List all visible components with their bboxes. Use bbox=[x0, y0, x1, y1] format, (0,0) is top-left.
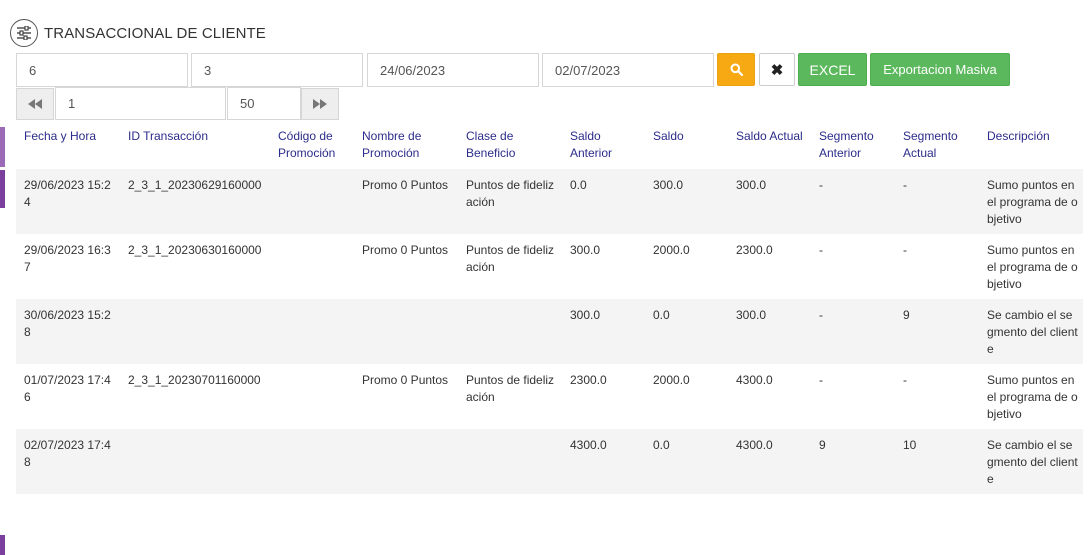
first-page-button[interactable] bbox=[16, 88, 54, 120]
transactions-table: Fecha y Hora ID Transacción Código de Prom… bbox=[16, 122, 1083, 494]
cell-nombre-promocion bbox=[354, 429, 458, 494]
table-body: 29/06/2023 15:24 2_3_1_20230629160000 Prom… bbox=[16, 169, 1083, 494]
cell-saldo-anterior: 300.0 bbox=[570, 308, 601, 322]
column-header-segmento-anterior[interactable]: Segmento Anterior bbox=[811, 122, 895, 169]
date-from-input[interactable] bbox=[367, 53, 539, 87]
cell-codigo-promocion bbox=[270, 429, 354, 494]
column-header-nombre-promocion[interactable]: Nombre de Promoción bbox=[354, 122, 458, 169]
cell-codigo-promocion bbox=[270, 364, 354, 429]
table-row[interactable]: 29/06/2023 16:37 2_3_1_20230630160000 Prom… bbox=[16, 234, 1083, 299]
cell-descripcion: Se cambio el segmento del cliente bbox=[987, 308, 1078, 356]
table-header-row: Fecha y Hora ID Transacción Código de Prom… bbox=[16, 122, 1083, 169]
excel-export-button[interactable]: EXCEL bbox=[798, 53, 867, 86]
column-header-id-transaccion[interactable]: ID Transacción bbox=[120, 122, 270, 169]
cell-codigo-promocion bbox=[270, 299, 354, 364]
page-number-input[interactable] bbox=[55, 87, 226, 120]
search-icon bbox=[730, 63, 743, 76]
filter-input-2[interactable] bbox=[191, 53, 363, 87]
left-accent-bar bbox=[0, 535, 5, 555]
cell-clase-beneficio: Puntos de fidelización bbox=[466, 243, 555, 274]
cell-id-transaccion bbox=[120, 299, 270, 364]
column-header-codigo-promocion[interactable]: Código de Promoción bbox=[270, 122, 354, 169]
cell-fecha-hora: 29/06/2023 16:37 bbox=[24, 243, 111, 274]
cell-clase-beneficio: Puntos de fidelización bbox=[466, 373, 555, 404]
cell-fecha-hora: 29/06/2023 15:24 bbox=[24, 178, 111, 209]
column-header-clase-beneficio[interactable]: Clase de Beneficio bbox=[458, 122, 562, 169]
cell-nombre-promocion: Promo 0 Puntos bbox=[362, 243, 449, 257]
double-chevron-left-icon bbox=[28, 99, 42, 109]
cell-codigo-promocion bbox=[270, 169, 354, 234]
cell-descripcion: Sumo puntos en el programa de objetivo bbox=[987, 373, 1078, 421]
cell-segmento-anterior: - bbox=[819, 308, 823, 322]
page-size-input[interactable] bbox=[227, 87, 301, 120]
cell-descripcion: Se cambio el segmento del cliente bbox=[987, 438, 1078, 486]
cell-id-transaccion: 2_3_1_20230630160000 bbox=[128, 243, 262, 257]
bulk-export-button[interactable]: Exportacion Masiva bbox=[870, 53, 1010, 86]
cell-segmento-anterior: - bbox=[819, 373, 823, 387]
cell-segmento-actual: 10 bbox=[903, 438, 917, 452]
cell-saldo: 0.0 bbox=[653, 438, 670, 452]
cell-saldo: 300.0 bbox=[653, 178, 684, 192]
column-header-fecha-hora[interactable]: Fecha y Hora bbox=[16, 122, 120, 169]
column-header-segmento-actual[interactable]: Segmento Actual bbox=[895, 122, 979, 169]
table-row[interactable]: 02/07/2023 17:48 4300.0 0.0 4300.0 9 10 Se cam… bbox=[16, 429, 1083, 494]
left-accent-bar bbox=[0, 127, 5, 167]
column-header-saldo-actual[interactable]: Saldo Actual bbox=[728, 122, 811, 169]
cell-saldo-actual: 4300.0 bbox=[736, 438, 773, 452]
cell-saldo-actual: 4300.0 bbox=[736, 373, 773, 387]
cell-segmento-anterior: - bbox=[819, 243, 823, 257]
cell-saldo-actual: 2300.0 bbox=[736, 243, 773, 257]
cell-clase-beneficio bbox=[458, 299, 562, 364]
filter-settings-icon[interactable] bbox=[10, 19, 38, 47]
cell-nombre-promocion: Promo 0 Puntos bbox=[362, 178, 449, 192]
cell-descripcion: Sumo puntos en el programa de objetivo bbox=[987, 178, 1078, 226]
cell-saldo-anterior: 2300.0 bbox=[570, 373, 607, 387]
table-row[interactable]: 29/06/2023 15:24 2_3_1_20230629160000 Prom… bbox=[16, 169, 1083, 234]
cell-segmento-actual: - bbox=[903, 243, 907, 257]
cell-segmento-actual: 9 bbox=[903, 308, 910, 322]
cell-clase-beneficio bbox=[458, 429, 562, 494]
cell-fecha-hora: 30/06/2023 15:28 bbox=[24, 308, 111, 339]
table-row[interactable]: 30/06/2023 15:28 300.0 0.0 300.0 - 9 Se cambio… bbox=[16, 299, 1083, 364]
clear-button[interactable]: ✖ bbox=[759, 53, 795, 86]
page-header: TRANSACCIONAL DE CLIENTE bbox=[10, 17, 266, 49]
cell-segmento-anterior: - bbox=[819, 178, 823, 192]
cell-segmento-actual: - bbox=[903, 178, 907, 192]
search-button[interactable] bbox=[717, 53, 755, 86]
date-to-input[interactable] bbox=[542, 53, 714, 87]
cell-saldo: 2000.0 bbox=[653, 243, 690, 257]
table-row[interactable]: 01/07/2023 17:46 2_3_1_20230701160000 Prom… bbox=[16, 364, 1083, 429]
cell-saldo: 2000.0 bbox=[653, 373, 690, 387]
cell-saldo-anterior: 300.0 bbox=[570, 243, 601, 257]
cell-clase-beneficio: Puntos de fidelización bbox=[466, 178, 555, 209]
cell-nombre-promocion bbox=[354, 299, 458, 364]
cell-fecha-hora: 01/07/2023 17:46 bbox=[24, 373, 111, 404]
cell-id-transaccion: 2_3_1_20230701160000 bbox=[128, 373, 261, 387]
cell-saldo-actual: 300.0 bbox=[736, 308, 767, 322]
cell-saldo: 0.0 bbox=[653, 308, 670, 322]
filter-input-1[interactable] bbox=[16, 53, 188, 87]
cell-segmento-anterior: 9 bbox=[819, 438, 826, 452]
cell-codigo-promocion bbox=[270, 234, 354, 299]
cell-fecha-hora: 02/07/2023 17:48 bbox=[24, 438, 111, 469]
double-chevron-right-icon bbox=[313, 99, 327, 109]
cell-saldo-anterior: 0.0 bbox=[570, 178, 587, 192]
cell-nombre-promocion: Promo 0 Puntos bbox=[362, 373, 449, 387]
page-title: TRANSACCIONAL DE CLIENTE bbox=[44, 24, 266, 42]
cell-descripcion: Sumo puntos en el programa de objetivo bbox=[987, 243, 1078, 291]
column-header-saldo-anterior[interactable]: Saldo Anterior bbox=[562, 122, 645, 169]
cell-saldo-anterior: 4300.0 bbox=[570, 438, 607, 452]
column-header-saldo[interactable]: Saldo bbox=[645, 122, 728, 169]
left-accent-bar bbox=[0, 170, 5, 208]
cell-id-transaccion: 2_3_1_20230629160000 bbox=[128, 178, 262, 192]
last-page-button[interactable] bbox=[301, 88, 339, 120]
cell-id-transaccion bbox=[120, 429, 270, 494]
cell-segmento-actual: - bbox=[903, 373, 907, 387]
cell-saldo-actual: 300.0 bbox=[736, 178, 767, 192]
column-header-descripcion[interactable]: Descripción bbox=[979, 122, 1083, 169]
